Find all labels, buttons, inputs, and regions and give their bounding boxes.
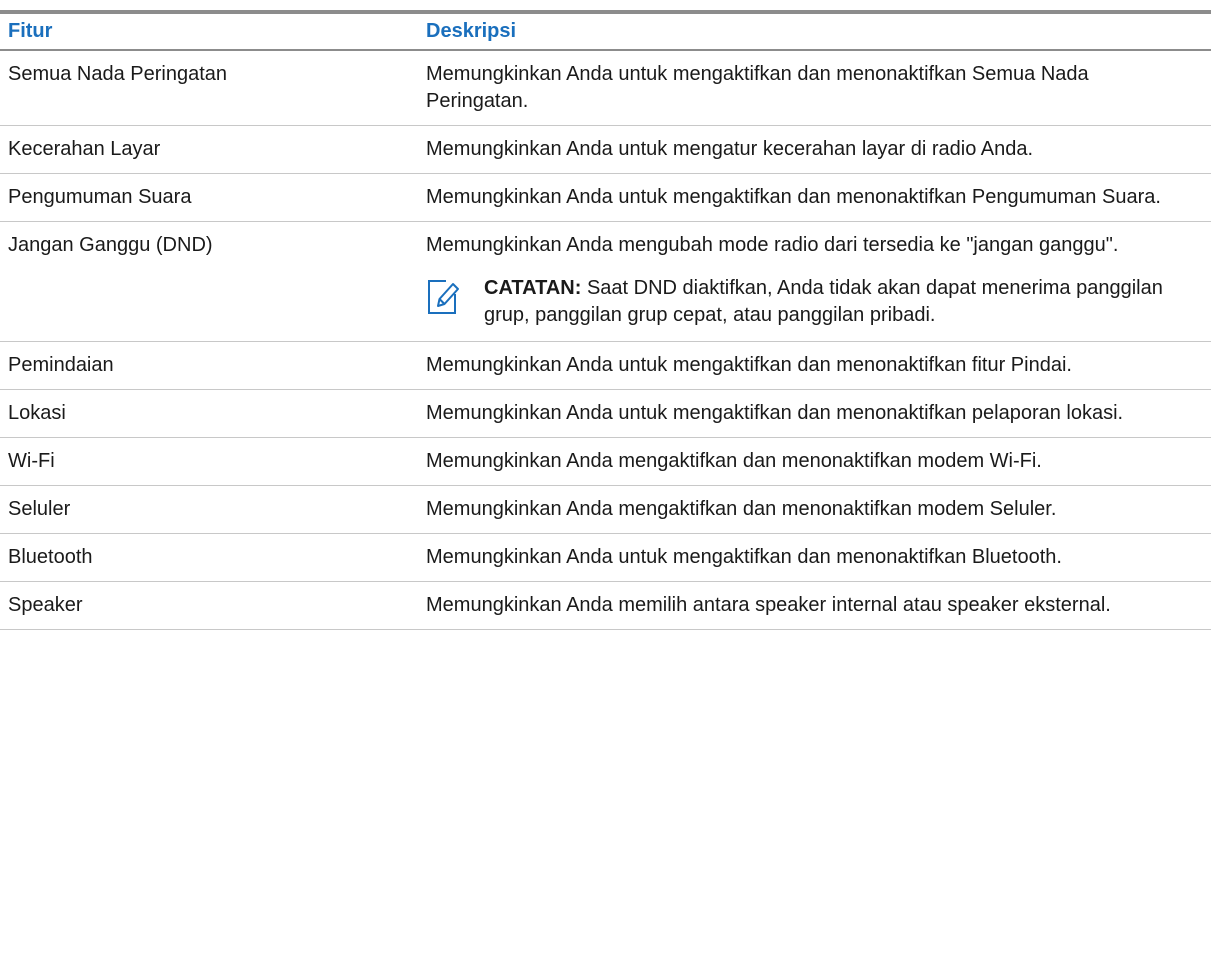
description-cell: Memungkinkan Anda memilih antara speaker…	[426, 594, 1111, 616]
note-body: Saat DND diaktifkan, Anda tidak akan dap…	[484, 277, 1163, 326]
description-text: Memungkinkan Anda mengubah mode radio da…	[426, 234, 1119, 256]
header-description: Deskripsi	[426, 20, 517, 42]
feature-cell: Pemindaian	[8, 354, 114, 376]
description-cell: Memungkinkan Anda mengaktifkan dan menon…	[426, 498, 1057, 520]
table-row: Seluler Memungkinkan Anda mengaktifkan d…	[0, 486, 1211, 534]
description-cell: Memungkinkan Anda untuk mengaktifkan dan…	[426, 354, 1072, 376]
note-label: CATATAN:	[484, 277, 582, 299]
feature-cell: Wi-Fi	[8, 450, 55, 472]
note-text: CATATAN: Saat DND diaktifkan, Anda tidak…	[484, 275, 1171, 329]
table-row: Lokasi Memungkinkan Anda untuk mengaktif…	[0, 390, 1211, 438]
note-box: CATATAN: Saat DND diaktifkan, Anda tidak…	[426, 275, 1171, 329]
description-cell: Memungkinkan Anda untuk mengaktifkan dan…	[426, 546, 1062, 568]
note-edit-icon	[426, 275, 484, 329]
feature-cell: Seluler	[8, 498, 71, 520]
table-row: Speaker Memungkinkan Anda memilih antara…	[0, 582, 1211, 630]
description-cell: Memungkinkan Anda mengaktifkan dan menon…	[426, 450, 1042, 472]
description-cell: Memungkinkan Anda untuk mengatur kecerah…	[426, 138, 1034, 160]
feature-table: Fitur Deskripsi Semua Nada Peringatan Me…	[0, 10, 1211, 630]
feature-cell: Jangan Ganggu (DND)	[8, 234, 213, 256]
header-feature: Fitur	[8, 20, 53, 42]
feature-cell: Semua Nada Peringatan	[8, 63, 228, 85]
table-header-row: Fitur Deskripsi	[0, 14, 1211, 51]
table-row: Jangan Ganggu (DND) Memungkinkan Anda me…	[0, 222, 1211, 342]
feature-cell: Speaker	[8, 594, 83, 616]
feature-cell: Kecerahan Layar	[8, 138, 161, 160]
table-row: Bluetooth Memungkinkan Anda untuk mengak…	[0, 534, 1211, 582]
table-row: Semua Nada Peringatan Memungkinkan Anda …	[0, 51, 1211, 126]
description-cell: Memungkinkan Anda mengubah mode radio da…	[400, 232, 1211, 331]
feature-cell: Pengumuman Suara	[8, 186, 192, 208]
table-row: Pengumuman Suara Memungkinkan Anda untuk…	[0, 174, 1211, 222]
description-cell: Memungkinkan Anda untuk mengaktifkan dan…	[426, 186, 1161, 208]
table-row: Wi-Fi Memungkinkan Anda mengaktifkan dan…	[0, 438, 1211, 486]
description-cell: Memungkinkan Anda untuk mengaktifkan dan…	[426, 402, 1124, 424]
feature-cell: Lokasi	[8, 402, 66, 424]
table-row: Pemindaian Memungkinkan Anda untuk menga…	[0, 342, 1211, 390]
table-row: Kecerahan Layar Memungkinkan Anda untuk …	[0, 126, 1211, 174]
feature-cell: Bluetooth	[8, 546, 93, 568]
description-cell: Memungkinkan Anda untuk mengaktifkan dan…	[426, 63, 1089, 112]
